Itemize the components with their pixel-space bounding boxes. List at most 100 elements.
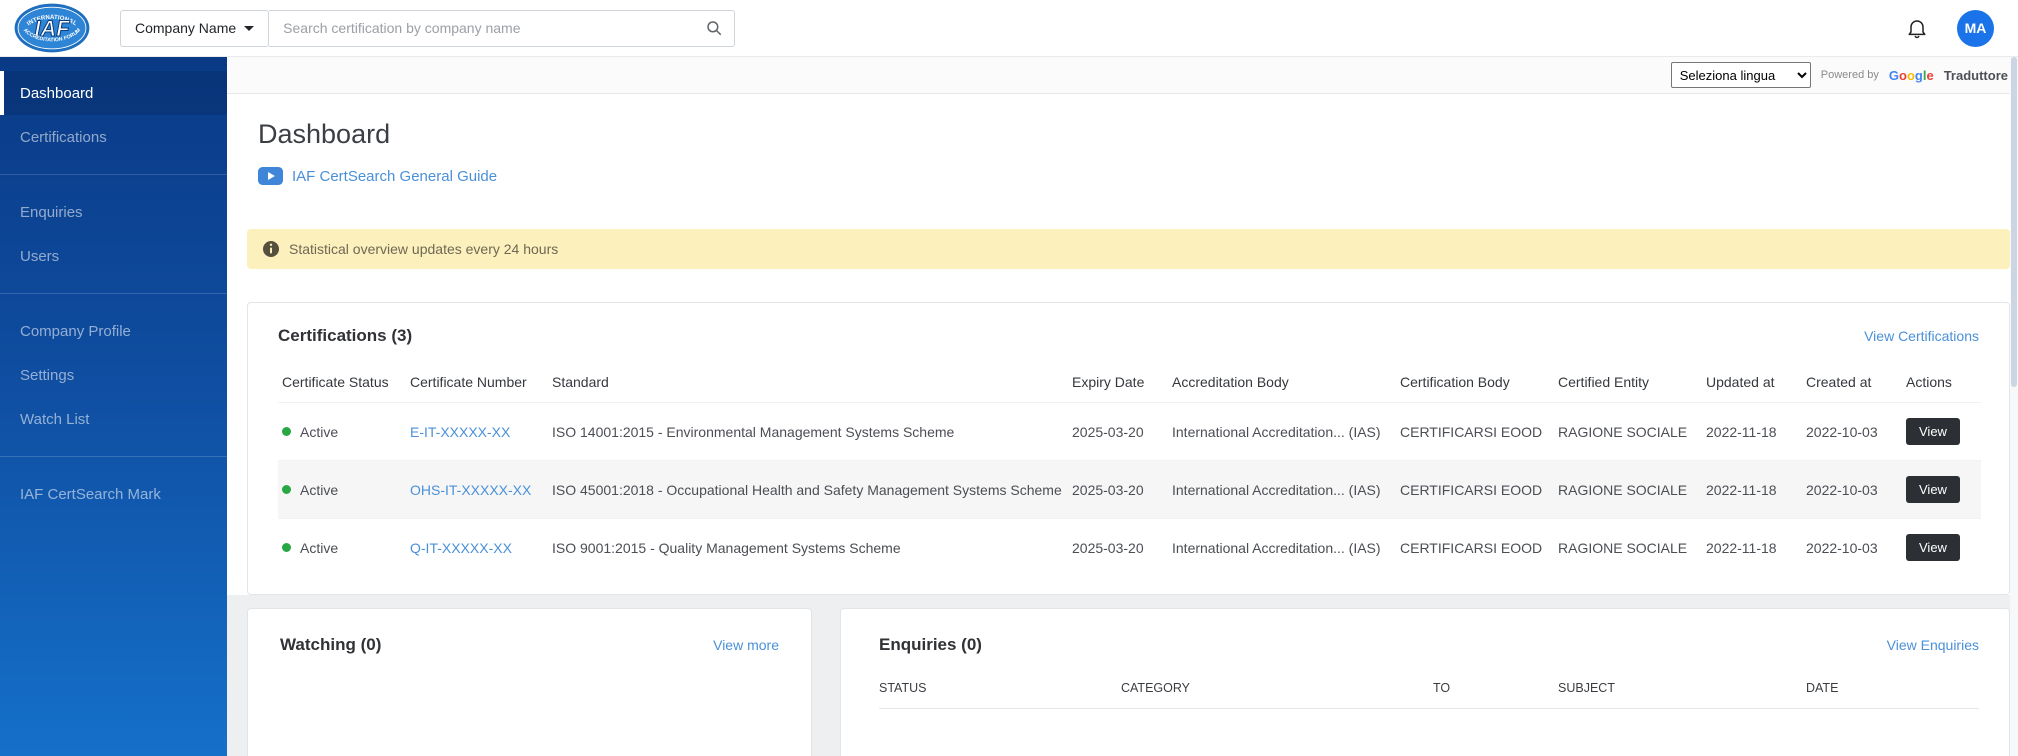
status-active-dot — [282, 427, 291, 436]
column-certificate-number: Certificate Number — [406, 362, 548, 403]
statistics-alert-banner: Statistical overview updates every 24 ho… — [247, 229, 2010, 269]
column-category: CATEGORY — [1121, 681, 1433, 695]
view-more-link[interactable]: View more — [713, 637, 779, 653]
sidebar-item-certifications[interactable]: Certifications — [0, 115, 227, 159]
certified-entity-cell: RAGIONE SOCIALE — [1554, 461, 1702, 519]
sidebar-item-dashboard[interactable]: Dashboard — [0, 71, 227, 115]
general-guide-link[interactable]: IAF CertSearch General Guide — [258, 167, 497, 185]
created-at-cell: 2022-10-03 — [1802, 461, 1902, 519]
certifications-table: Certificate Status Certificate Number St… — [278, 362, 1981, 576]
certification-body-cell: CERTIFICARSI EOOD — [1396, 461, 1554, 519]
user-avatar[interactable]: MA — [1957, 10, 1994, 47]
traduttore-label: Traduttore — [1944, 68, 2008, 83]
status-label: Active — [300, 424, 338, 440]
search-input[interactable] — [269, 10, 735, 47]
sidebar-item-label: Watch List — [20, 411, 89, 428]
chevron-down-icon — [244, 26, 254, 31]
column-to: TO — [1433, 681, 1558, 695]
certified-entity-cell: RAGIONE SOCIALE — [1554, 519, 1702, 577]
page-title: Dashboard — [258, 119, 2018, 150]
column-updated-at: Updated at — [1702, 362, 1802, 403]
accreditation-body-cell: International Accreditation... (IAS) — [1168, 519, 1396, 577]
column-actions: Actions — [1902, 362, 1981, 403]
status-label: Active — [300, 540, 338, 556]
updated-at-cell: 2022-11-18 — [1702, 403, 1802, 461]
sidebar-divider — [0, 456, 227, 457]
updated-at-cell: 2022-11-18 — [1702, 461, 1802, 519]
sidebar-item-label: Certifications — [20, 129, 107, 146]
avatar-initials: MA — [1965, 20, 1987, 36]
table-row: Active E-IT-XXXXX-XX ISO 14001:2015 - En… — [278, 403, 1981, 461]
certified-entity-cell: RAGIONE SOCIALE — [1554, 403, 1702, 461]
powered-by-label: Powered by — [1821, 69, 1879, 81]
scrollbar-thumb[interactable] — [2011, 57, 2017, 387]
sidebar-navigation: Dashboard Certifications Enquiries Users… — [0, 57, 227, 756]
sidebar-item-enquiries[interactable]: Enquiries — [0, 190, 227, 234]
sidebar-item-label: Company Profile — [20, 323, 131, 340]
certificate-number-link[interactable]: OHS-IT-XXXXX-XX — [410, 482, 531, 498]
certificate-number-link[interactable]: Q-IT-XXXXX-XX — [410, 540, 512, 556]
standard-cell: ISO 14001:2015 - Environmental Managemen… — [548, 403, 1068, 461]
sidebar-item-settings[interactable]: Settings — [0, 353, 227, 397]
table-row: Active Q-IT-XXXXX-XX ISO 9001:2015 - Qua… — [278, 519, 1981, 577]
created-at-cell: 2022-10-03 — [1802, 403, 1902, 461]
view-certifications-link[interactable]: View Certifications — [1864, 328, 1979, 344]
created-at-cell: 2022-10-03 — [1802, 519, 1902, 577]
guide-link-label: IAF CertSearch General Guide — [292, 168, 497, 185]
column-status: STATUS — [879, 681, 1121, 695]
certificate-number-link[interactable]: E-IT-XXXXX-XX — [410, 424, 510, 440]
sidebar-item-label: Users — [20, 248, 59, 265]
sidebar-item-iaf-certsearch-mark[interactable]: IAF CertSearch Mark — [0, 472, 227, 516]
sidebar-divider — [0, 293, 227, 294]
main-content: Seleziona lingua Powered by Google Tradu… — [227, 57, 2018, 756]
search-icon[interactable] — [705, 19, 723, 42]
sidebar-item-label: Enquiries — [20, 204, 83, 221]
certifications-card: Certifications (3) View Certifications C… — [247, 302, 2010, 595]
table-row: Active OHS-IT-XXXXX-XX ISO 45001:2018 - … — [278, 461, 1981, 519]
company-name-dropdown[interactable]: Company Name — [120, 10, 269, 47]
sidebar-item-label: IAF CertSearch Mark — [20, 486, 161, 503]
notifications-bell-icon[interactable] — [1905, 16, 1929, 40]
sidebar-item-company-profile[interactable]: Company Profile — [0, 309, 227, 353]
column-created-at: Created at — [1802, 362, 1902, 403]
search-group — [269, 10, 735, 47]
column-certificate-status: Certificate Status — [278, 362, 406, 403]
table-header-row: Certificate Status Certificate Number St… — [278, 362, 1981, 403]
google-logo-text: Google — [1889, 68, 1934, 83]
iaf-logo-icon: INTERNATIONAL IAF ACCREDITATION FORUM — [12, 1, 92, 55]
youtube-play-icon — [258, 167, 283, 185]
language-select[interactable]: Seleziona lingua — [1671, 62, 1811, 88]
column-expiry-date: Expiry Date — [1068, 362, 1168, 403]
enquiries-card: Enquiries (0) View Enquiries STATUS CATE… — [840, 608, 2010, 756]
certifications-card-header: Certifications (3) View Certifications — [278, 326, 1979, 346]
watching-title: Watching (0) — [280, 635, 381, 655]
view-button[interactable]: View — [1906, 476, 1960, 503]
certification-body-cell: CERTIFICARSI EOOD — [1396, 403, 1554, 461]
updated-at-cell: 2022-11-18 — [1702, 519, 1802, 577]
iaf-logo[interactable]: INTERNATIONAL IAF ACCREDITATION FORUM — [12, 1, 94, 55]
column-date: DATE — [1806, 681, 1979, 695]
column-certification-body: Certification Body — [1396, 362, 1554, 403]
sidebar-item-watch-list[interactable]: Watch List — [0, 397, 227, 441]
view-button[interactable]: View — [1906, 418, 1960, 445]
enquiries-table-header: STATUS CATEGORY TO SUBJECT DATE — [879, 681, 1979, 709]
status-active-dot — [282, 543, 291, 552]
sidebar-divider — [0, 174, 227, 175]
certification-body-cell: CERTIFICARSI EOOD — [1396, 519, 1554, 577]
view-enquiries-link[interactable]: View Enquiries — [1887, 637, 1979, 653]
vertical-scrollbar[interactable] — [2010, 57, 2018, 756]
alert-text: Statistical overview updates every 24 ho… — [289, 241, 558, 257]
watching-card: Watching (0) View more — [247, 608, 812, 756]
sidebar-item-label: Dashboard — [20, 85, 93, 102]
accreditation-body-cell: International Accreditation... (IAS) — [1168, 403, 1396, 461]
standard-cell: ISO 9001:2015 - Quality Management Syste… — [548, 519, 1068, 577]
expiry-date-cell: 2025-03-20 — [1068, 519, 1168, 577]
column-standard: Standard — [548, 362, 1068, 403]
language-bar: Seleziona lingua Powered by Google Tradu… — [227, 57, 2018, 94]
status-label: Active — [300, 482, 338, 498]
view-button[interactable]: View — [1906, 534, 1960, 561]
bottom-section: Watching (0) View more Enquiries (0) Vie… — [227, 595, 2018, 756]
topbar-right-group: MA — [1905, 10, 2018, 47]
sidebar-item-users[interactable]: Users — [0, 234, 227, 278]
info-icon — [263, 241, 279, 257]
